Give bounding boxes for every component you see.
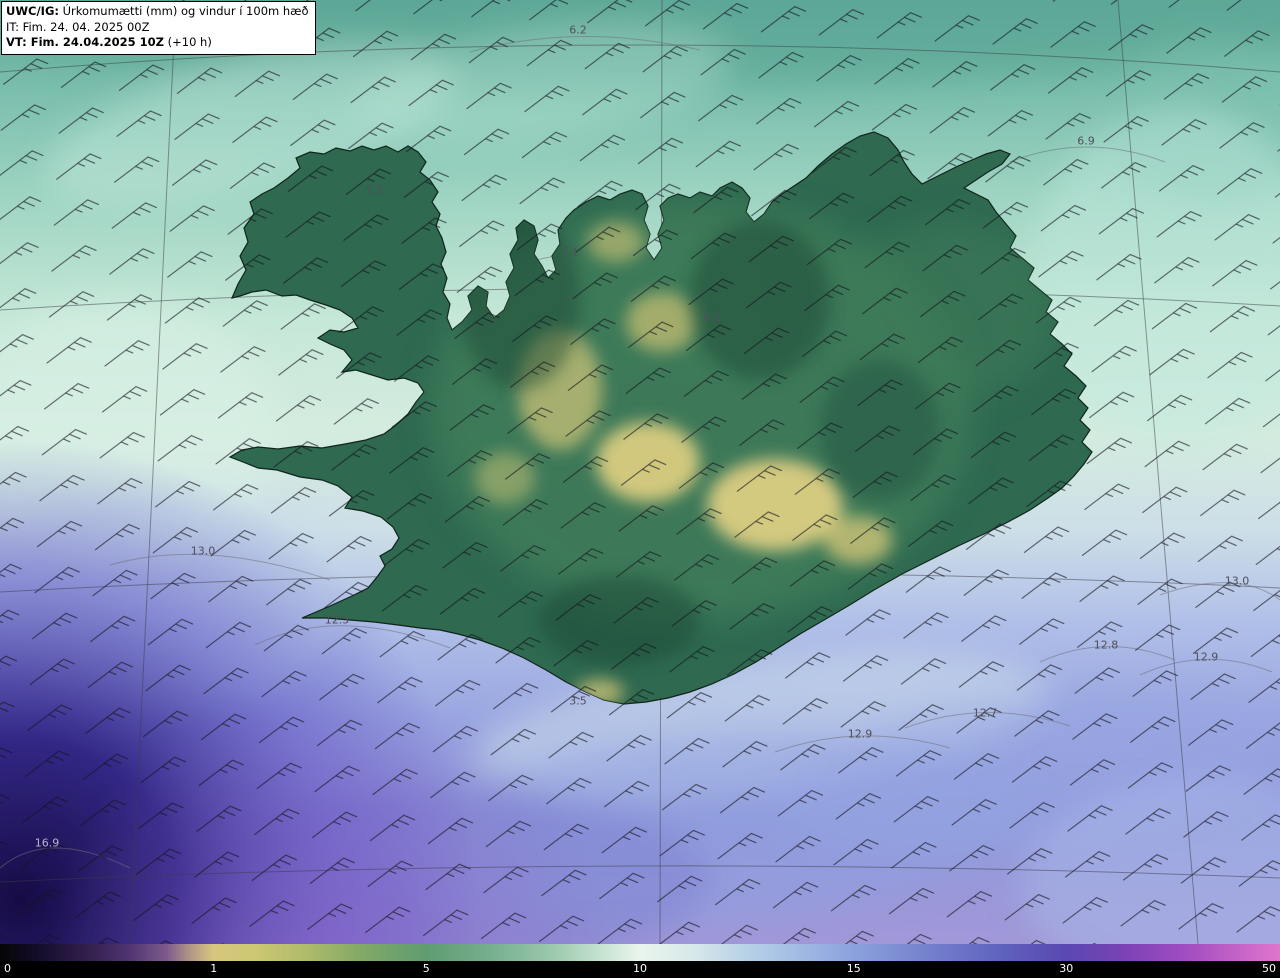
wind-barbs-layer [0, 0, 1280, 944]
valid-time: VT: Fim. 24.04.2025 10Z [6, 35, 164, 50]
colorbar-tick-label: 1 [210, 962, 218, 975]
colorbar-gradient [0, 944, 1280, 961]
title-line: UWC/IG: Úrkomumætti (mm) og vindur í 100… [6, 4, 309, 20]
colorbar-ticks: 0 1 5 10 15 30 50 [0, 961, 1280, 978]
init-time: IT: Fim. 24. 04. 2025 00Z [6, 19, 150, 34]
colorbar-tick-label: 50 [1262, 962, 1276, 975]
map-title-box: UWC/IG: Úrkomumætti (mm) og vindur í 100… [1, 1, 316, 55]
valid-time-line: VT: Fim. 24.04.2025 10Z (+10 h) [6, 35, 309, 51]
colorbar-tick-label: 10 [633, 962, 647, 975]
weather-map-page: 6.2 6.9 3.5 7.1 6.5 13.0 13.0 12.5 12.8 12.9 3.5 12… [0, 0, 1280, 978]
weather-map-graphic [0, 0, 1280, 944]
valid-offset: (+10 h) [167, 35, 212, 50]
map-title: Úrkomumætti (mm) og vindur í 100m hæð [62, 4, 309, 18]
colorbar-tick-label: 0 [4, 962, 11, 975]
colorbar-tick-label: 15 [846, 962, 861, 975]
precipitation-colorbar: 0 1 5 10 15 30 50 [0, 944, 1280, 978]
map-canvas: 6.2 6.9 3.5 7.1 6.5 13.0 13.0 12.5 12.8 12.9 3.5 12… [0, 0, 1280, 944]
model-label: UWC/IG: [6, 4, 59, 18]
colorbar-tick-label: 30 [1059, 962, 1074, 975]
colorbar-tick-label: 5 [422, 962, 430, 975]
